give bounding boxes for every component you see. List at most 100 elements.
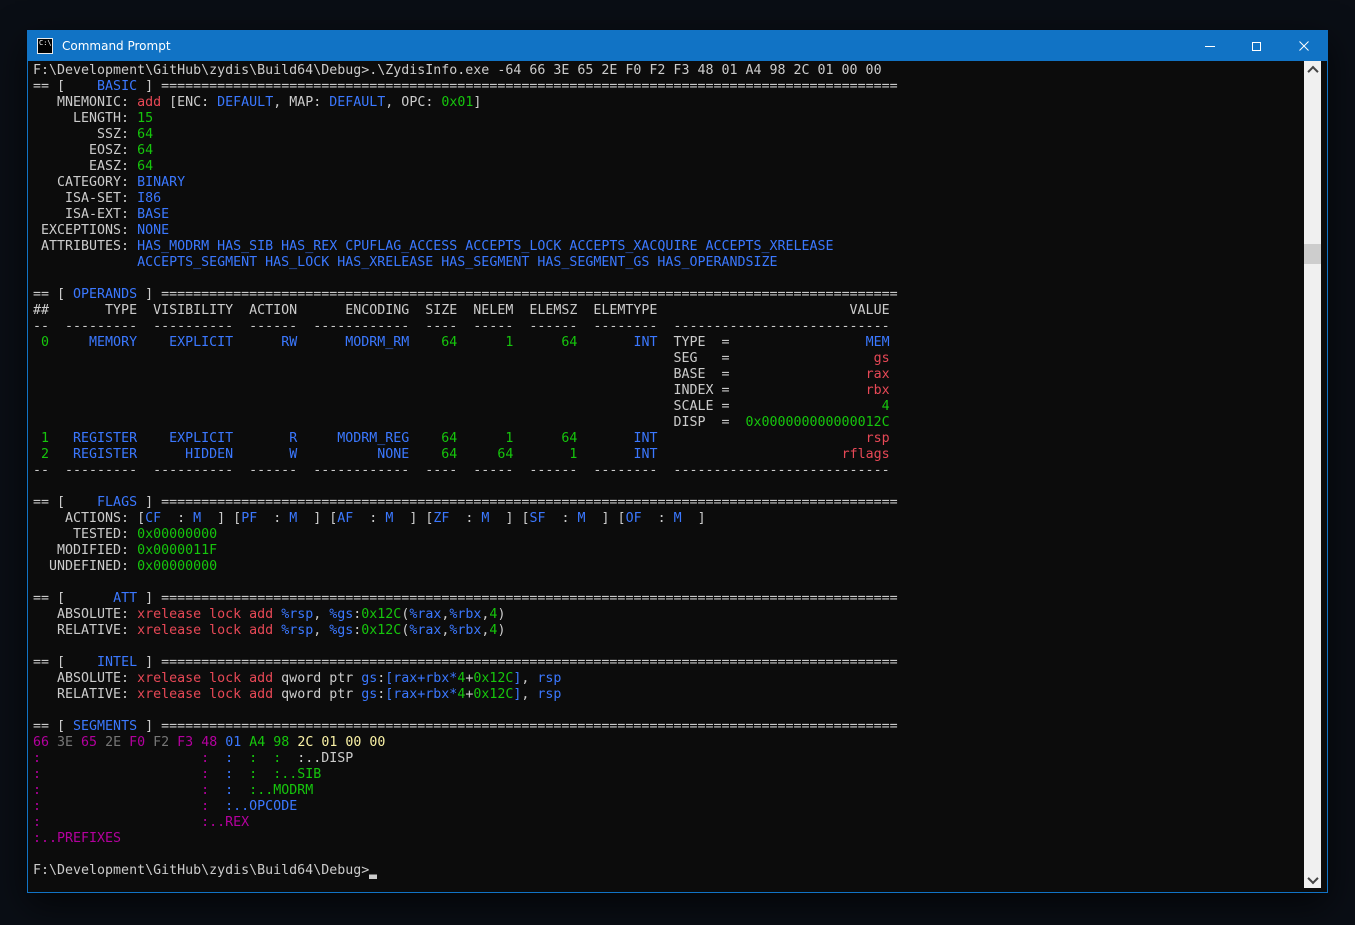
text-span: 0x00000000 [137, 527, 217, 542]
field-eosz: EOSZ: 64 [33, 143, 898, 159]
operand-row-0-disp: DISP = 0x000000000000012C [33, 415, 898, 431]
operands-separator-bottom: -- --------- ---------- ------ ---------… [33, 463, 898, 479]
text-span: : [209, 767, 233, 782]
text-span: [rax+rbx* [385, 687, 457, 702]
terminal-cursor [369, 863, 377, 879]
text-span: ATTRIBUTES: [33, 239, 137, 254]
operand-row-2: 2 REGISTER HIDDEN W NONE 64 64 1 INT rfl… [33, 447, 898, 463]
text-span: 1 [457, 335, 513, 350]
text-span: SCALE = [673, 399, 729, 414]
text-span: : [201, 767, 209, 782]
text-span: : [353, 511, 385, 526]
field-ssz: SSZ: 64 [33, 127, 898, 143]
text-span: : [449, 511, 481, 526]
console-viewport[interactable]: F:\Development\GitHub\zydis\Build64\Debu… [28, 61, 1327, 892]
scroll-down-button[interactable] [1304, 871, 1321, 888]
field-length: LENGTH: 15 [33, 111, 898, 127]
text-span: %rax [409, 607, 441, 622]
text-span [33, 399, 673, 414]
minimize-button[interactable] [1186, 31, 1233, 61]
scrollbar[interactable] [1304, 61, 1321, 888]
flags-modified: MODIFIED: 0x0000011F [33, 543, 898, 559]
text-span: [rax+rbx* [385, 671, 457, 686]
text-span: 0x12C [361, 607, 401, 622]
text-span: xrelease lock add [137, 607, 273, 622]
chevron-up-icon [1307, 65, 1318, 76]
text-span: HAS_MODRM HAS_SIB HAS_REX CPUFLAG_ACCESS… [137, 239, 833, 254]
text-span: A4 [241, 735, 265, 750]
console-window: C:\ Command Prompt F:\Developmen [27, 30, 1328, 893]
chevron-down-icon [1307, 872, 1318, 883]
text-span: , [313, 607, 329, 622]
scroll-up-button[interactable] [1304, 61, 1321, 78]
text-span: 2 [33, 447, 49, 462]
text-span: INT [577, 447, 657, 462]
maximize-button[interactable] [1233, 31, 1280, 61]
text-span: %gs [329, 607, 353, 622]
text-span: xrelease lock add [137, 623, 273, 638]
text-span: rbx [729, 383, 889, 398]
text-span: PF [241, 511, 257, 526]
text-span: F:\Development\GitHub\zydis\Build64\Debu… [33, 863, 369, 878]
text-span: ## TYPE VISIBILITY ACTION ENCODING SIZE … [33, 303, 890, 318]
heading-operands: == [ OPERANDS ] ========================… [33, 287, 898, 303]
text-span: REGISTER [49, 431, 137, 446]
field-attributes-cont: ACCEPTS_SEGMENT HAS_LOCK HAS_XRELEASE HA… [33, 255, 898, 271]
close-button[interactable] [1280, 31, 1327, 61]
text-span: RELATIVE: [33, 687, 137, 702]
text-span [41, 751, 201, 766]
text-span: ACCEPTS_SEGMENT HAS_LOCK HAS_XRELEASE HA… [137, 255, 777, 270]
terminal-line [33, 575, 898, 591]
text-span: RELATIVE: [33, 623, 137, 638]
field-isa-ext: ISA-EXT: BASE [33, 207, 898, 223]
text-span: qword ptr [273, 671, 361, 686]
text-span: 1 [513, 447, 577, 462]
text-span: MODRM_RM [297, 335, 409, 350]
titlebar[interactable]: C:\ Command Prompt [28, 31, 1327, 61]
heading-segments: == [ SEGMENTS ] ========================… [33, 719, 898, 735]
text-span: BASE = [673, 367, 729, 382]
text-span: 0x00000000 [137, 559, 217, 574]
text-span: ABSOLUTE: [33, 607, 137, 622]
text-span: ] [137, 591, 161, 606]
text-span: ] [137, 495, 161, 510]
text-span: 64 [137, 143, 153, 158]
terminal-line [33, 271, 898, 287]
text-span: I86 [137, 191, 161, 206]
flags-tested: TESTED: 0x00000000 [33, 527, 898, 543]
text-span: ] [137, 655, 161, 670]
text-span [41, 799, 201, 814]
text-span: %rax [409, 623, 441, 638]
text-span: DISP = [673, 415, 729, 430]
text-span: HIDDEN [137, 447, 233, 462]
text-span: MEMORY [49, 335, 137, 350]
text-span: , [521, 671, 537, 686]
text-span: BASIC [97, 79, 137, 94]
text-span: CF [145, 511, 161, 526]
text-span: == [ [33, 655, 97, 670]
text-span: : [201, 799, 209, 814]
text-span [33, 367, 673, 382]
text-span: EASZ: [33, 159, 137, 174]
text-span: W [233, 447, 297, 462]
text-span [41, 783, 201, 798]
text-span: , OPC: [385, 95, 441, 110]
text-span: DEFAULT [217, 95, 273, 110]
scrollbar-thumb[interactable] [1304, 244, 1321, 264]
operands-header: ## TYPE VISIBILITY ACTION ENCODING SIZE … [33, 303, 898, 319]
terminal-line [33, 847, 898, 863]
text-span: M [193, 511, 201, 526]
text-span: 15 [137, 111, 153, 126]
text-span: OF [626, 511, 642, 526]
heading-intel: == [ INTEL ] ===========================… [33, 655, 898, 671]
segments-disp: : : : : : :..DISP [33, 751, 898, 767]
operand-row-0-index: INDEX = rbx [33, 383, 898, 399]
text-span: 0x0000011F [137, 543, 217, 558]
text-span: F:\Development\GitHub\zydis\Build64\Debu… [33, 63, 882, 78]
operand-row-0-base: BASE = rax [33, 367, 898, 383]
text-span: AF [337, 511, 353, 526]
text-span: ] [137, 79, 161, 94]
flags-actions: ACTIONS: [CF : M ] [PF : M ] [AF : M ] [… [33, 511, 898, 527]
text-span: ========================================… [161, 655, 898, 670]
text-span: rax [729, 367, 889, 382]
